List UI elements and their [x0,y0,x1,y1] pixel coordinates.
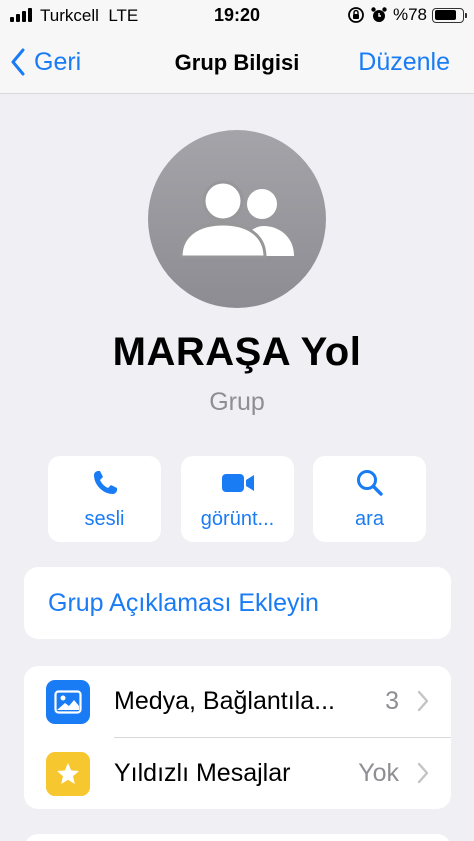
search-label: ara [355,508,384,530]
audio-call-button[interactable]: sesli [48,456,161,542]
list-item-label: Medya, Bağlantıla... [114,687,335,715]
status-bar: Turkcell LTE 19:20 %78 [0,0,474,32]
photo-icon [54,690,82,714]
group-name: MARAŞA Yol [112,330,362,374]
video-call-button[interactable]: görünt... [181,456,294,542]
video-icon [221,474,254,492]
group-subtitle: Grup [209,388,265,416]
video-call-label: görünt... [200,508,275,530]
group-avatar[interactable] [148,130,326,308]
battery-icon [432,7,467,23]
search-icon [356,470,383,496]
list-item-starred[interactable]: Yıldızlı Mesajlar Yok [24,738,451,809]
next-section-card [24,834,451,841]
phone-icon [93,471,117,494]
starred-count: Yok [358,759,399,787]
starred-tile [46,752,90,796]
rotation-lock-icon [348,7,364,23]
media-count: 3 [385,687,399,715]
search-button[interactable]: ara [313,456,426,542]
audio-call-label: sesli [84,508,125,530]
battery-level [434,10,456,20]
battery-percent: %78 [392,5,427,24]
add-description-label: Grup Açıklaması Ekleyin [48,589,319,617]
media-tile [46,680,90,724]
list-item-label: Yıldızlı Mesajlar [114,759,291,787]
group-icon [179,180,294,259]
chevron-right-icon [417,690,429,712]
list-item-media[interactable]: Medya, Bağlantıla... 3 [24,666,451,738]
info-list: Medya, Bağlantıla... 3 Yıldızlı Mesajlar… [24,666,451,809]
star-icon [57,763,79,784]
chevron-right-icon [417,762,429,784]
edit-button[interactable]: Düzenle [358,48,450,77]
status-right: %78 [347,5,467,25]
navigation-bar: Geri Grup Bilgisi Düzenle [0,32,474,94]
alarm-icon [371,7,387,22]
add-group-description-button[interactable]: Grup Açıklaması Ekleyin [24,567,451,639]
